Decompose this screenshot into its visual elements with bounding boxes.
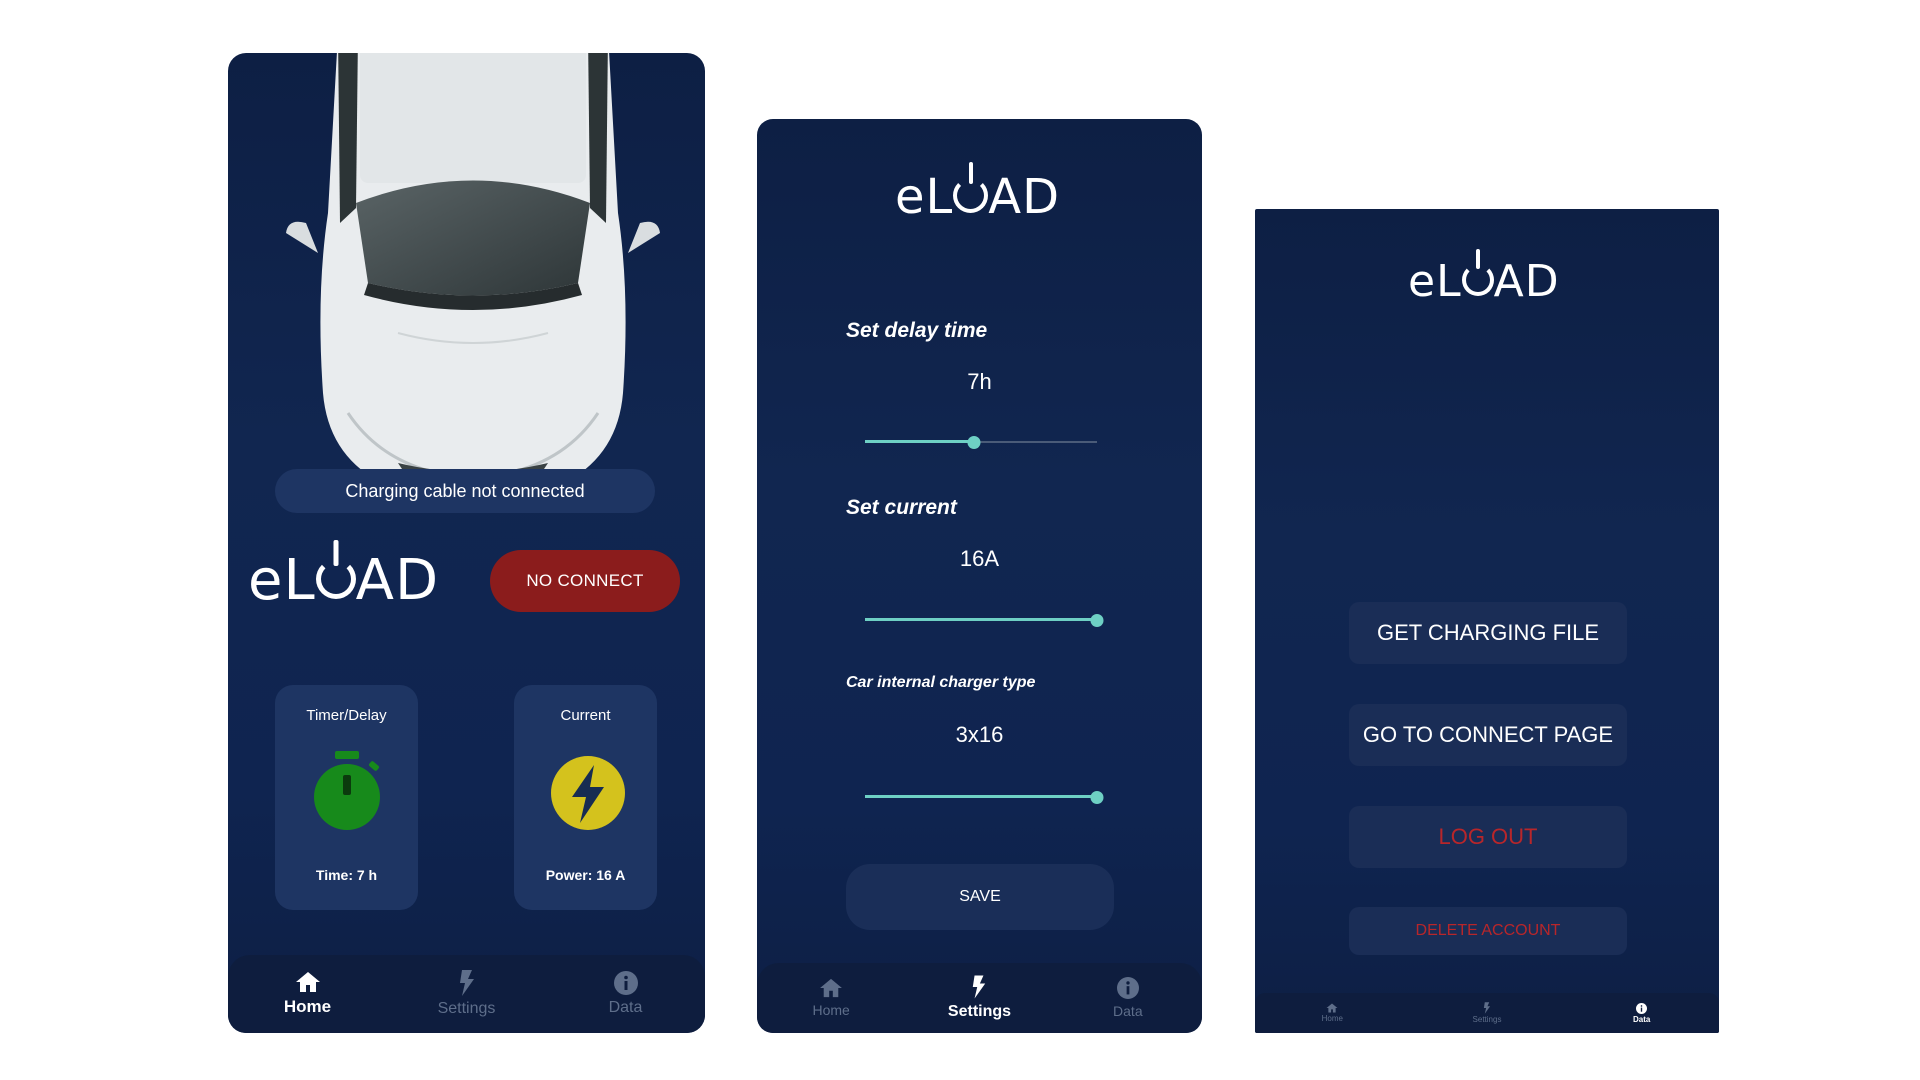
logo-prefix: eL: [248, 548, 316, 613]
delete-account-button[interactable]: DELETE ACCOUNT: [1349, 907, 1627, 955]
info-icon: [1116, 977, 1139, 999]
nav-settings-label: Settings: [437, 1000, 496, 1017]
bottom-nav: Home Settings Data: [757, 963, 1202, 1033]
charger-type-label: Car internal charger type: [846, 674, 1036, 691]
info-icon: [1636, 1002, 1648, 1014]
logo-prefix: eL: [1408, 256, 1462, 307]
nav-settings[interactable]: Settings: [1410, 993, 1565, 1033]
go-to-connect-page-button[interactable]: GO TO CONNECT PAGE: [1349, 704, 1627, 766]
nav-settings[interactable]: Settings: [387, 955, 546, 1033]
stopwatch-icon: [314, 751, 380, 830]
bottom-nav: Home Settings Data: [1255, 993, 1719, 1033]
nav-home-label: Home: [1321, 1014, 1343, 1023]
lightning-icon: [973, 975, 986, 999]
logo-suffix: AD: [355, 548, 440, 613]
nav-data[interactable]: Data: [1054, 963, 1202, 1033]
home-icon: [1326, 1003, 1338, 1013]
nav-home[interactable]: Home: [228, 955, 387, 1033]
cable-status-pill: Charging cable not connected: [275, 469, 655, 513]
current-slider[interactable]: [865, 611, 1104, 629]
nav-settings-label: Settings: [947, 1003, 1012, 1020]
current-label: Set current: [846, 496, 957, 519]
get-charging-file-button[interactable]: GET CHARGING FILE: [1349, 602, 1627, 664]
nav-settings-label: Settings: [1472, 1015, 1502, 1024]
timer-card-value: Time: 7 h: [315, 867, 378, 883]
car-image: [286, 53, 660, 492]
logo-suffix: AD: [988, 169, 1061, 225]
eload-logo: eL AD: [1408, 249, 1560, 307]
current-card-title: Current: [560, 707, 611, 724]
slider-thumb[interactable]: [1090, 614, 1104, 627]
power-icon: [1461, 249, 1494, 307]
lightning-icon: [459, 970, 474, 996]
slider-thumb[interactable]: [967, 436, 981, 449]
charger-type-slider[interactable]: [865, 788, 1104, 806]
home-icon: [295, 972, 320, 992]
nav-data-label: Data: [1633, 1014, 1651, 1024]
lightning-icon: [1483, 1002, 1491, 1014]
current-value: 16A: [959, 546, 1000, 571]
home-icon: [820, 978, 843, 998]
delay-time-value: 7h: [967, 369, 992, 394]
data-screen: eL AD GET CHARGING FILE GO TO CONNECT PAG…: [1255, 209, 1719, 1033]
nav-home-label: Home: [812, 1002, 850, 1018]
logo-suffix: AD: [1493, 256, 1560, 307]
eload-logo: eL AD: [248, 540, 440, 613]
log-out-button[interactable]: LOG OUT: [1349, 806, 1627, 868]
delay-time-label: Set delay time: [846, 319, 988, 342]
current-card-value: Power: 16 A: [545, 867, 626, 883]
logo-prefix: eL: [895, 169, 954, 225]
nav-home-label: Home: [283, 997, 332, 1016]
delay-time-slider[interactable]: [865, 433, 1097, 451]
nav-data[interactable]: Data: [546, 955, 705, 1033]
current-card[interactable]: Current Power: 16 A: [514, 685, 657, 910]
connect-button[interactable]: NO CONNECT: [490, 550, 680, 612]
home-screen: Charging cable not connected eL AD NO CON…: [228, 53, 705, 1033]
nav-data-label: Data: [1113, 1003, 1143, 1019]
power-icon: [315, 540, 356, 613]
timer-card-title: Timer/Delay: [306, 707, 387, 724]
eload-logo: eL AD: [895, 162, 1061, 225]
info-icon: [613, 971, 638, 995]
timer-card[interactable]: Timer/Delay Time: 7 h: [275, 685, 418, 910]
charger-type-value: 3x16: [955, 722, 1004, 747]
power-icon: [953, 162, 989, 225]
save-button[interactable]: SAVE: [846, 864, 1114, 930]
nav-home[interactable]: Home: [757, 963, 905, 1033]
settings-screen: eL AD Set delay time 7h Set current 16A C…: [757, 119, 1202, 1033]
nav-home[interactable]: Home: [1255, 993, 1410, 1033]
nav-data-label: Data: [608, 999, 643, 1016]
bottom-nav: Home Settings Data: [228, 955, 705, 1033]
nav-data[interactable]: Data: [1564, 993, 1719, 1033]
lightning-icon: [551, 756, 625, 830]
slider-thumb[interactable]: [1090, 791, 1104, 804]
nav-settings[interactable]: Settings: [905, 963, 1053, 1033]
